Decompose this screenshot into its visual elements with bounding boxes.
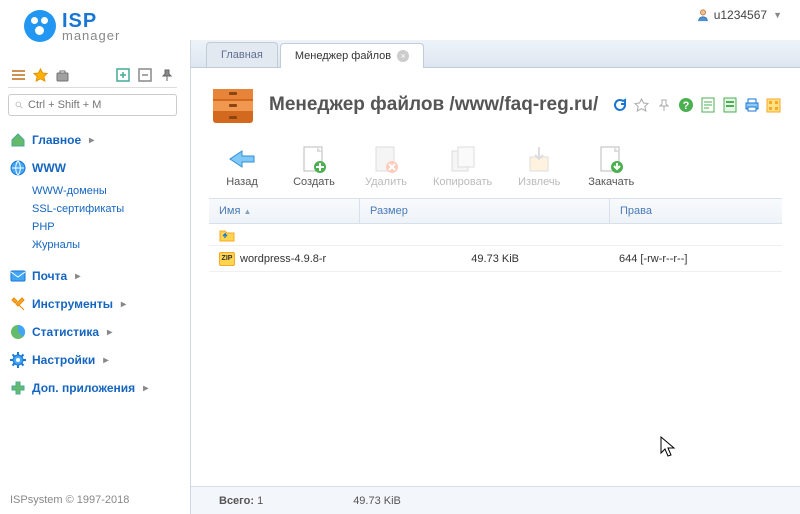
col-size[interactable]: Размер — [359, 199, 609, 223]
main-area: Главная Менеджер файлов× Менеджер файлов… — [190, 40, 800, 514]
doc1-icon[interactable] — [699, 97, 716, 114]
copyright: ISPsystem © 1997-2018 — [10, 494, 129, 506]
gear-icon — [10, 352, 26, 368]
nav-www[interactable]: WWW — [8, 154, 177, 182]
download-icon — [597, 145, 625, 173]
globe-icon — [10, 160, 26, 176]
user-menu[interactable]: u1234567 ▼ — [696, 8, 782, 22]
chevron-down-icon: ▼ — [773, 10, 782, 20]
pin-icon[interactable] — [655, 97, 672, 114]
nav-main[interactable]: Главное▸ — [8, 126, 177, 154]
nav-tools[interactable]: Инструменты▸ — [8, 290, 177, 318]
sort-asc-icon: ▲ — [243, 207, 251, 216]
action-back[interactable]: Назад — [217, 145, 267, 188]
logo-icon — [24, 10, 56, 42]
action-download[interactable]: Закачать — [586, 145, 636, 188]
content: Менеджер файлов /www/faq-reg.ru/ ? Назад… — [191, 68, 800, 514]
pin-icon[interactable] — [159, 67, 175, 83]
nav-www-sub: WWW-домены SSL-сертификаты PHP Журналы — [32, 182, 177, 254]
star-icon[interactable] — [32, 67, 48, 83]
close-icon[interactable]: × — [397, 50, 409, 62]
chevron-right-icon: ▸ — [143, 383, 148, 394]
file-size-cell: 49.73 KiB — [359, 253, 609, 265]
page-header: Менеджер файлов /www/faq-reg.ru/ ? — [209, 83, 782, 127]
chevron-right-icon: ▸ — [103, 355, 108, 366]
nav-addons[interactable]: Доп. приложения▸ — [8, 374, 177, 402]
parent-dir-row[interactable] — [209, 224, 782, 246]
action-delete[interactable]: Удалить — [361, 145, 411, 188]
action-create[interactable]: Создать — [289, 145, 339, 188]
home-icon — [10, 132, 26, 148]
user-icon — [696, 8, 710, 22]
tools-icon — [10, 296, 26, 312]
status-bar: Всего: 1 49.73 KiB — [191, 486, 800, 514]
copy-icon — [449, 145, 477, 173]
logo-text-bottom: manager — [62, 29, 120, 42]
nav-settings[interactable]: Настройки▸ — [8, 346, 177, 374]
drawer-icon — [209, 83, 257, 127]
create-icon — [300, 145, 328, 173]
col-perms[interactable]: Права — [609, 199, 782, 223]
refresh-icon[interactable] — [611, 97, 628, 114]
nav-www-domains[interactable]: WWW-домены — [32, 182, 177, 200]
chart-icon — [10, 324, 26, 340]
chevron-right-icon: ▸ — [107, 327, 112, 338]
nav-www-ssl[interactable]: SSL-сертификаты — [32, 200, 177, 218]
nav-stats[interactable]: Статистика▸ — [8, 318, 177, 346]
star-icon[interactable] — [633, 97, 650, 114]
help-icon[interactable]: ? — [677, 97, 694, 114]
svg-text:?: ? — [682, 100, 689, 112]
header-tools: ? — [611, 97, 782, 114]
tab-home[interactable]: Главная — [206, 42, 278, 67]
print-icon[interactable] — [743, 97, 760, 114]
file-name-cell: ZIP wordpress-4.9.8-r — [209, 252, 359, 266]
chevron-right-icon: ▸ — [121, 299, 126, 310]
folder-up-icon — [219, 228, 235, 242]
status-size: 49.73 KiB — [353, 495, 401, 507]
mail-icon — [10, 268, 26, 284]
briefcase-icon[interactable] — [54, 67, 70, 83]
search-input[interactable] — [8, 94, 177, 116]
chevron-right-icon: ▸ — [89, 135, 94, 146]
page-title: Менеджер файлов /www/faq-reg.ru/ — [269, 94, 599, 116]
action-bar: Назад Создать Удалить Копировать Извлечь… — [209, 145, 782, 188]
action-extract[interactable]: Извлечь — [514, 145, 564, 188]
sidebar-toolbar — [8, 63, 177, 88]
action-copy[interactable]: Копировать — [433, 145, 492, 188]
list-icon[interactable] — [10, 67, 26, 83]
remove-panel-icon[interactable] — [137, 67, 153, 83]
tabs-bar: Главная Менеджер файлов× — [191, 40, 800, 68]
nav-mail[interactable]: Почта▸ — [8, 262, 177, 290]
chevron-right-icon: ▸ — [75, 271, 80, 282]
logo: ISP manager — [24, 10, 120, 42]
delete-icon — [372, 145, 400, 173]
sidebar: Главное▸ WWW WWW-домены SSL-сертификаты … — [0, 55, 185, 514]
nav-www-logs[interactable]: Журналы — [32, 236, 177, 254]
add-panel-icon[interactable] — [115, 67, 131, 83]
table-header: Имя▲ Размер Права — [209, 198, 782, 224]
extract-icon — [525, 145, 553, 173]
doc2-icon[interactable] — [721, 97, 738, 114]
tab-filemanager[interactable]: Менеджер файлов× — [280, 43, 424, 68]
settings-icon[interactable] — [765, 97, 782, 114]
plus-icon — [10, 380, 26, 396]
status-total: Всего: 1 — [219, 495, 263, 507]
nav-www-php[interactable]: PHP — [32, 218, 177, 236]
search-field[interactable] — [28, 99, 170, 111]
username: u1234567 — [714, 8, 767, 22]
back-icon — [228, 145, 256, 173]
zip-icon: ZIP — [219, 252, 235, 266]
search-icon — [15, 99, 23, 111]
col-name[interactable]: Имя▲ — [209, 205, 359, 217]
file-perms-cell: 644 [-rw-r--r--] — [609, 253, 782, 265]
file-row[interactable]: ZIP wordpress-4.9.8-r 49.73 KiB 644 [-rw… — [209, 246, 782, 272]
